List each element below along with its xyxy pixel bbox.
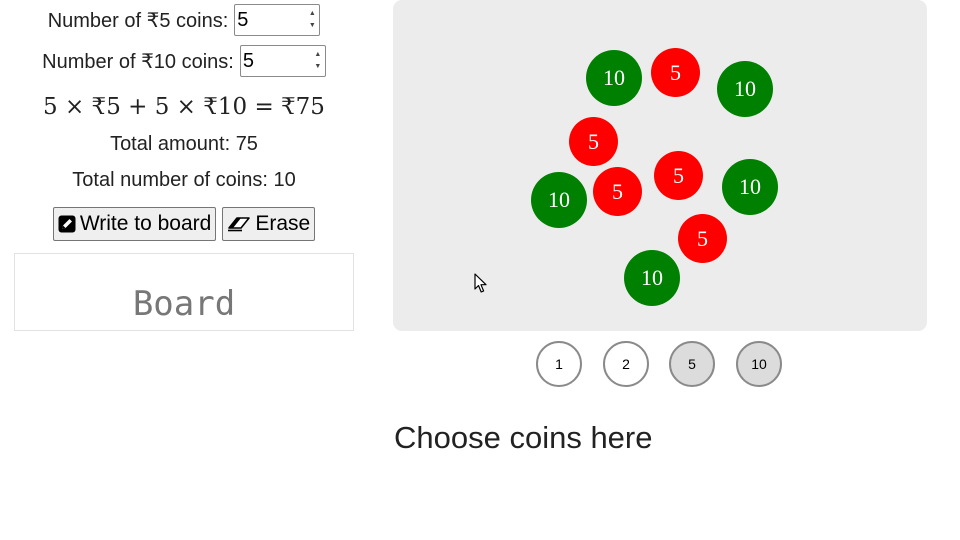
coin-value: 10 — [734, 76, 756, 101]
coin-value: 10 — [603, 65, 625, 90]
five-coin-count-input[interactable]: 5 ▲ ▼ — [234, 4, 321, 36]
five-coin-label: Number of ₹5 coins: — [47, 9, 229, 32]
coin-5[interactable]: 5 — [593, 167, 642, 216]
ten-coin-spinner[interactable]: ▲ ▼ — [313, 49, 323, 73]
erase-button[interactable]: Erase — [222, 207, 316, 241]
coin-10[interactable]: 10 — [586, 50, 642, 106]
coin-value: 10 — [739, 174, 761, 199]
coin-10[interactable]: 10 — [722, 159, 778, 215]
coin-5[interactable]: 5 — [569, 117, 618, 166]
choose-coins-label: Choose coins here — [394, 420, 653, 455]
coin-10[interactable]: 10 — [717, 61, 773, 117]
coin-value: 10 — [548, 187, 570, 212]
coin-5[interactable]: 5 — [651, 48, 700, 97]
coin-10[interactable]: 10 — [531, 172, 587, 228]
total-amount: Total amount: 75 — [110, 133, 258, 155]
coin-picker-label: 1 — [555, 356, 563, 372]
coin-picker-10[interactable]: 10 — [736, 341, 782, 387]
coin-value: 5 — [670, 59, 681, 85]
erase-label: Erase — [255, 212, 311, 235]
ten-coin-row: Number of ₹10 coins: 5 ▲ ▼ — [14, 45, 354, 77]
write-to-board-label: Write to board — [79, 212, 212, 235]
ten-coin-label: Number of ₹10 coins: — [42, 50, 234, 73]
equation: 5 × ₹5 + 5 × ₹10 = ₹75 — [43, 94, 325, 120]
total-coin-count: Total number of coins: 10 — [72, 169, 296, 191]
coin-value: 10 — [641, 265, 663, 290]
coin-picker-1[interactable]: 1 — [536, 341, 582, 387]
coin-value: 5 — [697, 225, 708, 251]
board-label: Board — [132, 284, 236, 324]
coin-5[interactable]: 5 — [678, 214, 727, 263]
coin-5[interactable]: 5 — [654, 151, 703, 200]
coin-picker-2[interactable]: 2 — [603, 341, 649, 387]
coin-picker-label: 10 — [751, 356, 767, 372]
board[interactable]: Board — [14, 253, 354, 331]
coin-picker-5[interactable]: 5 — [669, 341, 715, 387]
coin-value: 5 — [588, 128, 599, 154]
five-coin-spinner[interactable]: ▲ ▼ — [307, 8, 317, 32]
coin-value: 5 — [612, 178, 623, 204]
write-to-board-button[interactable]: Write to board — [52, 207, 217, 241]
coin-picker-label: 2 — [622, 356, 630, 372]
five-coin-row: Number of ₹5 coins: 5 ▲ ▼ — [14, 4, 354, 36]
mouse-pointer-icon — [474, 273, 488, 299]
ten-coin-count-value: 5 — [242, 49, 254, 72]
coin-10[interactable]: 10 — [624, 250, 680, 306]
board-actions: Write to board Erase — [14, 207, 354, 241]
coin-value: 5 — [673, 162, 684, 188]
pencil-icon — [58, 215, 76, 233]
ten-coin-count-input[interactable]: 5 ▲ ▼ — [239, 45, 326, 77]
five-coin-count-value: 5 — [237, 8, 249, 31]
eraser-icon — [227, 215, 251, 233]
coin-picker-label: 5 — [688, 356, 696, 372]
